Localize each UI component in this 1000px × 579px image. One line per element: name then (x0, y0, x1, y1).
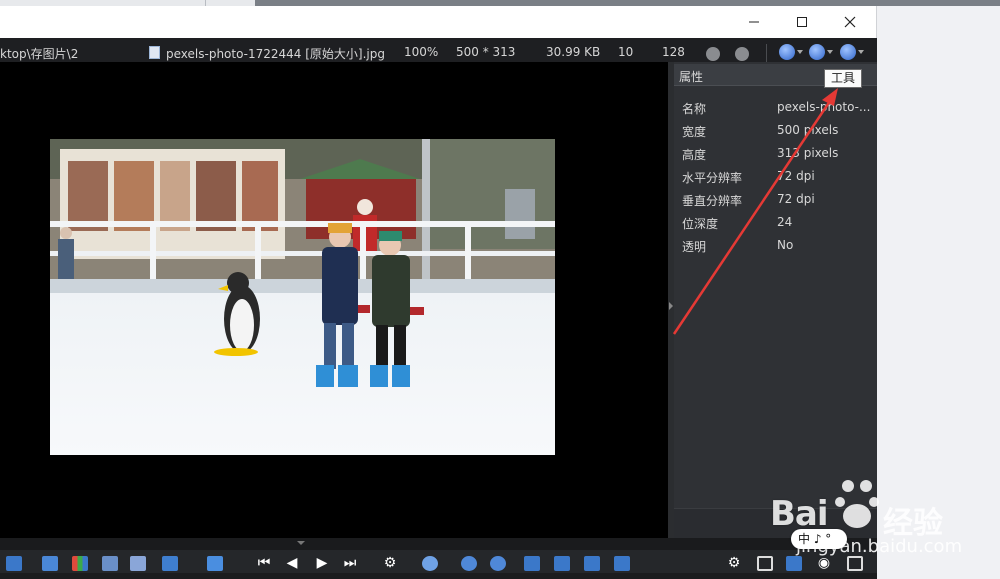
zoom-icon[interactable] (420, 554, 440, 572)
status-dot-icon[interactable] (735, 47, 749, 61)
export-icon[interactable] (205, 554, 225, 572)
close-icon (844, 16, 856, 28)
property-key: 垂直分辨率 (682, 194, 743, 208)
image-dimensions: 500 * 313 (456, 45, 516, 59)
status-dot-icon[interactable] (706, 47, 720, 61)
property-key: 宽度 (682, 125, 707, 139)
property-value: 24 (777, 215, 793, 229)
settings-icon[interactable]: ⚙ (380, 554, 400, 572)
property-key: 位深度 (682, 217, 719, 231)
property-row: 名称 pexels-photo-... (674, 96, 877, 119)
info-value-a: 10 (618, 45, 634, 59)
zoom-out-icon[interactable] (459, 554, 479, 572)
title-bar (0, 6, 877, 38)
property-key: 高度 (682, 148, 707, 162)
close-button[interactable] (827, 6, 873, 38)
zoom-level: 100% (404, 45, 439, 59)
expand-arrow-icon[interactable] (297, 541, 305, 545)
stretch-v-icon[interactable] (612, 554, 632, 572)
ime-indicator[interactable]: 中 ♪ ° (791, 529, 847, 549)
nav-back-icon[interactable] (779, 44, 803, 60)
watermark: Bai 经验 jingyan.baidu.com (770, 476, 970, 576)
chart-icon[interactable] (70, 554, 90, 572)
property-value: 72 dpi (777, 192, 815, 206)
info-value-b: 128 (662, 45, 685, 59)
folder-path[interactable]: ktop\存图片\2 (0, 45, 78, 62)
property-row: 高度 313 pixels (674, 142, 877, 165)
photo-illustration (50, 139, 555, 455)
property-value: pexels-photo-... (777, 100, 871, 114)
stretch-h-icon[interactable] (582, 554, 602, 572)
property-row: 水平分辨率 72 dpi (674, 165, 877, 188)
next-icon[interactable]: ▶ (312, 554, 332, 572)
bottom-toolbar: ⏮ ◀ ▶ ⏭ ⚙ ⚙ ◉ (0, 538, 877, 573)
file-icon (149, 46, 160, 59)
fit-width-icon[interactable] (522, 554, 542, 572)
zoom-in-icon[interactable] (488, 554, 508, 572)
panel-title: 属性 (679, 70, 704, 84)
property-value: 500 pixels (777, 123, 839, 137)
property-value: No (777, 238, 794, 252)
last-icon[interactable]: ⏭ (340, 554, 360, 572)
property-value: 313 pixels (777, 146, 839, 160)
watermark-brand: Bai (770, 494, 829, 534)
toolbar-handle (0, 538, 877, 550)
nav-up-icon[interactable] (809, 44, 833, 60)
property-row: 垂直分辨率 72 dpi (674, 188, 877, 211)
screen-icon[interactable] (100, 554, 120, 572)
property-value: 72 dpi (777, 169, 815, 183)
tools-tooltip: 工具 (824, 69, 862, 88)
file-size: 30.99 KB (546, 45, 601, 59)
minimize-icon (749, 21, 759, 23)
pen-icon[interactable] (160, 554, 180, 572)
maximize-icon (797, 17, 807, 27)
gear-icon[interactable]: ⚙ (724, 554, 744, 572)
collapse-arrow-icon[interactable] (669, 302, 673, 310)
property-key: 名称 (682, 102, 707, 116)
file-name: pexels-photo-1722444 [原始大小].jpg (166, 47, 385, 61)
prev-icon[interactable]: ◀ (282, 554, 302, 572)
property-row: 位深度 24 (674, 211, 877, 234)
property-row: 宽度 500 pixels (674, 119, 877, 142)
fit-icon[interactable] (552, 554, 572, 572)
property-key: 水平分辨率 (682, 171, 743, 185)
first-icon[interactable]: ⏮ (254, 554, 274, 572)
property-row: 透明 No (674, 234, 877, 257)
properties-panel: 属性 名称 pexels-photo-... 宽度 500 pixels 高度 … (674, 62, 877, 538)
displayed-photo (50, 139, 555, 455)
property-key: 透明 (682, 240, 707, 254)
tools-icon[interactable] (840, 44, 864, 60)
maximize-button[interactable] (779, 6, 825, 38)
paw-logo-icon (835, 480, 879, 528)
image-viewport[interactable] (0, 62, 668, 538)
crop-icon[interactable] (4, 554, 24, 572)
divider (766, 44, 767, 62)
minimize-button[interactable] (731, 6, 777, 38)
edit-icon[interactable] (128, 554, 148, 572)
grid-icon[interactable] (40, 554, 60, 572)
